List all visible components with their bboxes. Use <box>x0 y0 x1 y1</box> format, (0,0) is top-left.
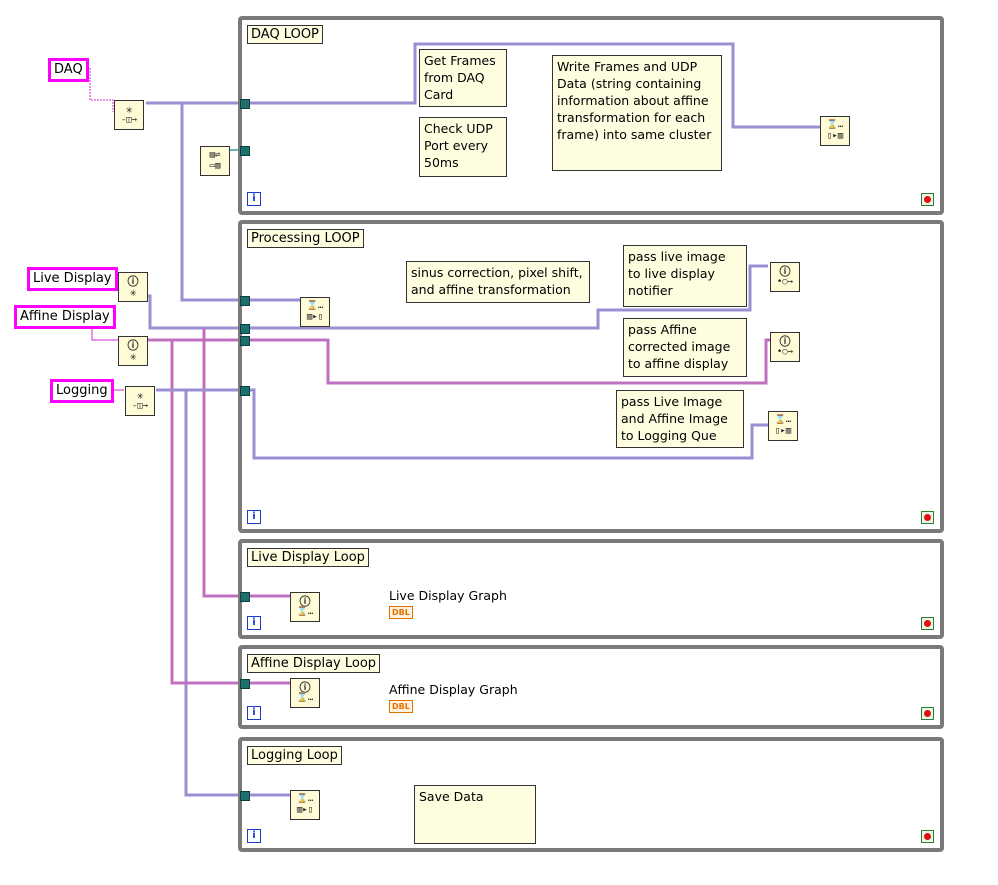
live-display-control[interactable]: Live Display <box>27 267 118 291</box>
udp-port-icon: ▭▥ <box>209 161 221 171</box>
queue-glyph-icon: ▥▸▯ <box>306 312 324 322</box>
note-pass-live: pass live image to live display notifier <box>623 245 747 307</box>
tunnel <box>240 336 250 346</box>
affine-display-graph-label: Affine Display Graph <box>389 682 518 697</box>
note-sinus-correction: sinus correction, pixel shift, and affin… <box>406 261 590 303</box>
hourglass-icon: ⌛… <box>306 301 324 311</box>
udp-node[interactable]: ▤⇌ ▭▥ <box>200 146 230 176</box>
processing-loop: Processing LOOP i <box>238 220 944 533</box>
daq-loop-iteration-icon: i <box>247 192 261 206</box>
tunnel <box>240 592 250 602</box>
obtain-notifier-node-affine[interactable]: ⓘ ✳ <box>118 336 148 366</box>
live-display-graph-terminal[interactable]: DBL <box>389 606 413 619</box>
queue-glyph-icon: ▥▸▯ <box>296 805 314 815</box>
obtain-queue-icon: ✳ <box>136 389 144 402</box>
wait-notification-node-live[interactable]: ⓘ ⌛… <box>290 592 320 622</box>
logging-loop-stop-icon[interactable] <box>921 830 934 843</box>
processing-loop-iteration-icon: i <box>247 510 261 524</box>
hourglass-icon: ⌛… <box>296 794 314 804</box>
queue-glyph-icon: -◫→ <box>120 115 138 125</box>
affine-display-graph-terminal[interactable]: DBL <box>389 700 413 713</box>
note-save-data: Save Data <box>414 785 536 844</box>
live-display-loop-iteration-icon: i <box>247 616 261 630</box>
udp-icon: ▤⇌ <box>209 150 221 160</box>
hourglass-icon: ⌛… <box>296 693 314 703</box>
daq-loop-label: DAQ LOOP <box>247 25 323 44</box>
tunnel <box>240 146 250 156</box>
send-icon: •○→ <box>776 277 794 287</box>
logging-loop: Logging Loop i <box>238 737 944 852</box>
processing-loop-label: Processing LOOP <box>247 229 364 248</box>
notifier-icon: ⓘ <box>299 681 311 694</box>
wire-daq-ref <box>89 68 114 112</box>
obtain-queue-icon: ✳ <box>125 103 133 116</box>
daq-loop-stop-icon[interactable] <box>921 193 934 206</box>
tunnel <box>240 324 250 334</box>
tunnel <box>240 791 250 801</box>
hourglass-icon: ⌛… <box>774 415 792 425</box>
processing-loop-stop-icon[interactable] <box>921 511 934 524</box>
notifier-icon: ⓘ <box>299 595 311 608</box>
note-check-udp: Check UDP Port every 50ms <box>419 117 507 177</box>
affine-display-loop-iteration-icon: i <box>247 706 261 720</box>
notifier-icon: ⓘ <box>779 265 791 278</box>
hourglass-icon: ⌛… <box>296 607 314 617</box>
obtain-icon: ✳ <box>129 286 137 299</box>
queue-glyph-icon: ▯▸▥ <box>826 131 844 141</box>
note-pass-logging: pass Live Image and Affine Image to Logg… <box>616 390 744 448</box>
affine-display-loop-label: Affine Display Loop <box>247 654 381 673</box>
logging-control[interactable]: Logging <box>50 379 114 403</box>
send-notification-node-live[interactable]: ⓘ •○→ <box>770 262 800 292</box>
send-icon: •○→ <box>776 347 794 357</box>
send-notification-node-affine[interactable]: ⓘ •○→ <box>770 332 800 362</box>
note-get-frames: Get Frames from DAQ Card <box>419 49 507 107</box>
daq-control[interactable]: DAQ <box>48 58 89 82</box>
enqueue-node-logging[interactable]: ⌛… ▯▸▥ <box>768 411 798 441</box>
obtain-icon: ✳ <box>129 350 137 363</box>
logging-loop-label: Logging Loop <box>247 746 342 765</box>
affine-display-loop: Affine Display Loop i <box>238 645 944 729</box>
obtain-queue-node-logging[interactable]: ✳ -◫→ <box>125 386 155 416</box>
live-display-loop: Live Display Loop i <box>238 539 944 639</box>
tunnel <box>240 99 250 109</box>
enqueue-node-daq[interactable]: ⌛… ▯▸▥ <box>820 116 850 146</box>
tunnel <box>240 679 250 689</box>
affine-display-control[interactable]: Affine Display <box>14 305 116 329</box>
affine-display-loop-stop-icon[interactable] <box>921 707 934 720</box>
note-pass-affine: pass Affine corrected image to affine di… <box>623 318 747 377</box>
tunnel <box>240 386 250 396</box>
hourglass-icon: ⌛… <box>826 120 844 130</box>
note-write-frames: Write Frames and UDP Data (string contai… <box>552 55 722 171</box>
logging-loop-iteration-icon: i <box>247 829 261 843</box>
obtain-notifier-node-live[interactable]: ⓘ ✳ <box>118 272 148 302</box>
live-display-graph-label: Live Display Graph <box>389 588 507 603</box>
live-display-loop-stop-icon[interactable] <box>921 617 934 630</box>
notifier-icon: ⓘ <box>779 335 791 348</box>
wait-notification-node-affine[interactable]: ⓘ ⌛… <box>290 678 320 708</box>
queue-glyph-icon: -◫→ <box>131 401 149 411</box>
dequeue-node-processing[interactable]: ⌛… ▥▸▯ <box>300 297 330 327</box>
obtain-queue-node-daq[interactable]: ✳ -◫→ <box>114 100 144 130</box>
dequeue-node-logging[interactable]: ⌛… ▥▸▯ <box>290 790 320 820</box>
tunnel <box>240 296 250 306</box>
queue-glyph-icon: ▯▸▥ <box>774 426 792 436</box>
live-display-loop-label: Live Display Loop <box>247 548 369 567</box>
block-diagram: DAQ LOOP i Processing LOOP i Live Displa… <box>0 0 998 885</box>
